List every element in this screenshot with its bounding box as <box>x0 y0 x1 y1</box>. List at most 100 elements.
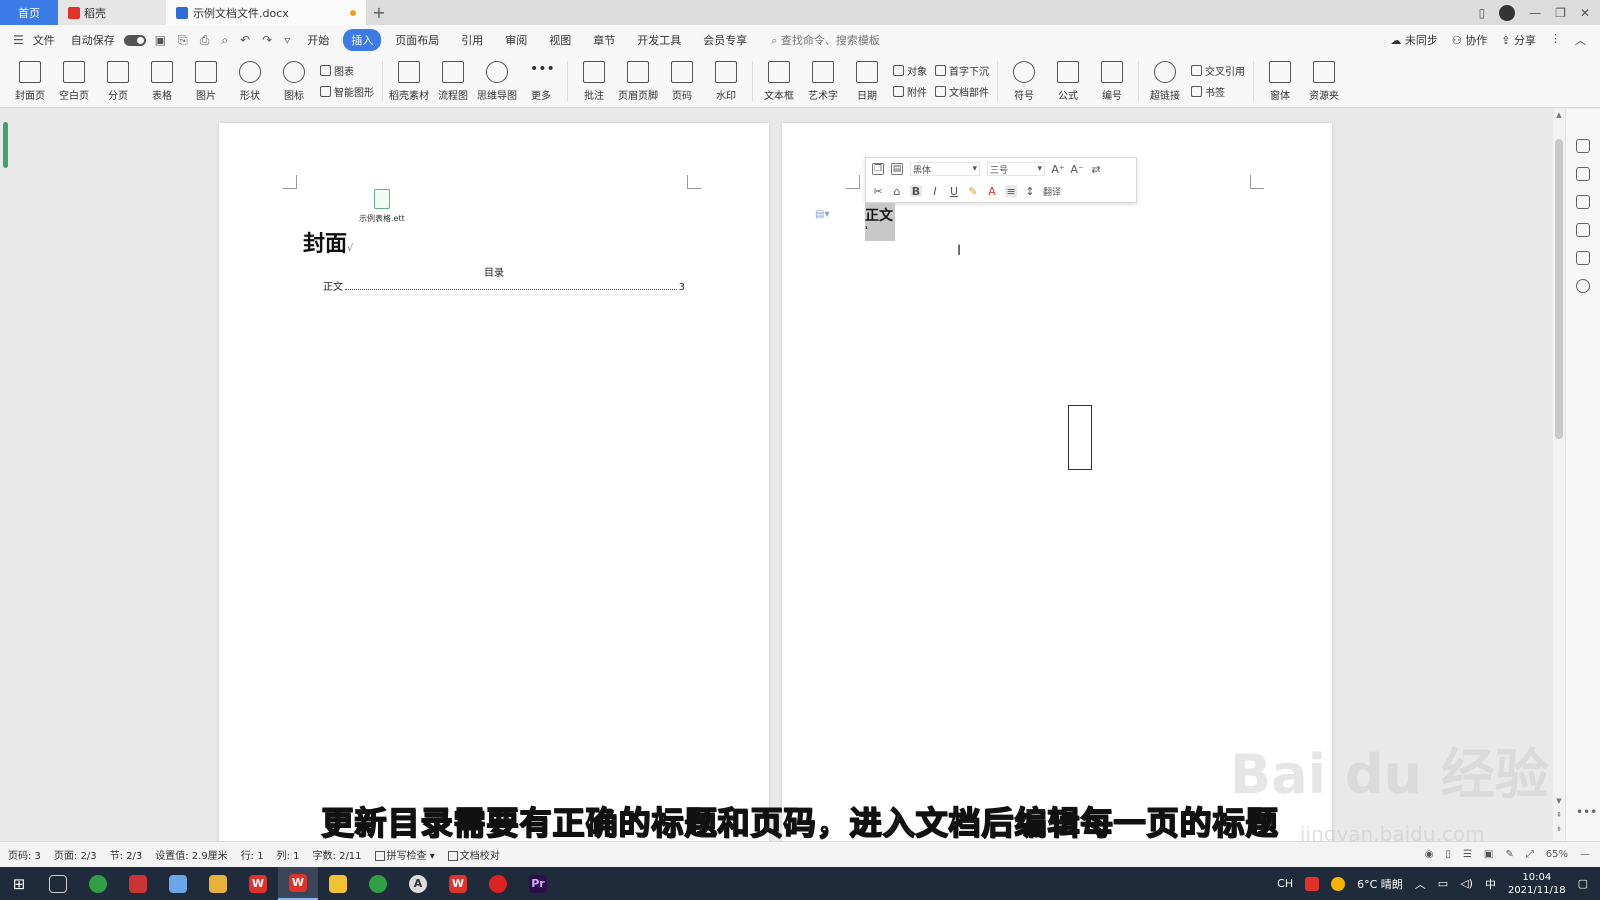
status-setting-value[interactable]: 设置值: 2.9厘米 <box>155 847 227 862</box>
collab-button[interactable]: ⚇ 协作 <box>1452 32 1487 48</box>
status-section[interactable]: 节: 2/3 <box>110 847 143 862</box>
tab-document[interactable]: 示例文档文件.docx <box>166 0 366 25</box>
language-indicator[interactable]: 中 <box>1485 876 1496 892</box>
taskbar-chrome-2[interactable] <box>358 867 398 900</box>
line-spacing-icon[interactable]: ↕ <box>1024 185 1036 198</box>
grow-font-icon[interactable]: A⁺ <box>1051 163 1064 176</box>
clock[interactable]: 10:04 2021/11/18 <box>1508 871 1566 897</box>
settings-sliders-icon[interactable] <box>1576 223 1590 237</box>
tray-expand-icon[interactable]: ︿ <box>1415 876 1426 892</box>
taskbar-wps-active[interactable]: W <box>278 867 318 900</box>
table-button[interactable]: 表格 <box>140 58 184 104</box>
zoom-level[interactable]: 65% <box>1546 849 1568 860</box>
menu-member[interactable]: 会员专享 <box>695 29 755 51</box>
menu-references[interactable]: 引用 <box>453 29 491 51</box>
convert-case-icon[interactable]: ⇄ <box>1090 163 1102 176</box>
taskbar-netease[interactable] <box>478 867 518 900</box>
icons-button[interactable]: 图标 <box>272 58 316 104</box>
write-mode-icon[interactable]: ✎ <box>1505 849 1513 860</box>
menu-start[interactable]: 开始 <box>299 29 337 51</box>
rectangle-shape[interactable] <box>1068 405 1092 470</box>
web-view-icon[interactable]: ▣ <box>1484 849 1493 860</box>
taskbar-premiere[interactable]: Pr <box>518 867 558 900</box>
toc-entry[interactable]: 正文 3 <box>323 278 685 293</box>
shrink-font-icon[interactable]: A⁻ <box>1070 163 1083 176</box>
comment-button[interactable]: 批注 <box>572 58 616 104</box>
new-tab-button[interactable]: + <box>366 0 392 25</box>
task-view-icon[interactable] <box>38 867 78 900</box>
translate-button[interactable]: 翻译 <box>1043 185 1061 198</box>
weather-text[interactable]: 6°C 晴朗 <box>1357 876 1403 892</box>
menu-insert[interactable]: 插入 <box>343 29 382 51</box>
taskbar-chrome[interactable] <box>78 867 118 900</box>
weather-sun-icon[interactable] <box>1331 876 1346 891</box>
mindmap-button[interactable]: 思维导图 <box>475 58 519 104</box>
embedded-file[interactable]: 示例表格.ett <box>359 189 405 224</box>
taskbar-wps-2[interactable]: W <box>438 867 478 900</box>
export-icon[interactable]: ⎘ <box>175 33 191 48</box>
avatar[interactable] <box>1499 4 1516 21</box>
page-number-button[interactable]: 页码 <box>660 58 704 104</box>
doc-parts-button[interactable]: 文档部件 <box>935 84 989 99</box>
cross-ref-button[interactable]: 交叉引用 <box>1191 63 1245 78</box>
restore-icon[interactable]: ❐ <box>1555 6 1566 20</box>
blank-page-button[interactable]: 空白页 <box>52 58 96 104</box>
preview-icon[interactable]: ⌕ <box>218 33 231 48</box>
layout-icon[interactable]: ▯ <box>1479 6 1486 20</box>
symbol-button[interactable]: 符号 <box>1002 58 1046 104</box>
paragraph-layout-icon[interactable]: ▤▾ <box>815 209 829 220</box>
taskbar-explorer[interactable] <box>198 867 238 900</box>
input-method-indicator[interactable]: CH <box>1277 877 1293 890</box>
taskbar-app-2[interactable] <box>118 867 158 900</box>
file-menu[interactable]: 文件 <box>33 32 55 48</box>
date-button[interactable]: 日期 <box>845 58 889 104</box>
help-icon[interactable] <box>1576 279 1590 293</box>
toc-title[interactable]: 目录 <box>219 264 769 279</box>
formula-button[interactable]: 公式 <box>1046 58 1090 104</box>
dropcap-button[interactable]: 首字下沉 <box>935 63 989 78</box>
status-word-count[interactable]: 字数: 2/11 <box>313 847 362 862</box>
page-view-icon[interactable]: ▯ <box>1445 849 1451 860</box>
bookmark-button[interactable]: 书签 <box>1191 84 1245 99</box>
cut-icon[interactable]: ✂ <box>872 185 884 198</box>
minimize-icon[interactable]: — <box>1529 6 1541 20</box>
daoke-material-button[interactable]: 稻壳素材 <box>387 58 431 104</box>
page-cover[interactable]: 示例表格.ett 封面√ 目录 正文 3 <box>219 123 769 841</box>
cover-page-button[interactable]: 封面页 <box>8 58 52 104</box>
select-cursor-icon[interactable] <box>1576 195 1590 209</box>
more-icon[interactable]: ⋮ <box>1550 32 1561 48</box>
redo-icon[interactable]: ↷ <box>259 33 275 47</box>
picture-button[interactable]: 图片 <box>184 58 228 104</box>
hamburger-icon[interactable]: ☰ <box>10 33 27 47</box>
align-icon[interactable]: ≡ <box>1005 185 1017 198</box>
outline-view-icon[interactable]: ☰ <box>1463 849 1472 860</box>
format-painter-icon[interactable]: ⌂ <box>891 185 903 198</box>
style-icon[interactable] <box>1576 139 1590 153</box>
menu-chapter[interactable]: 章节 <box>585 29 623 51</box>
object-button[interactable]: 对象 <box>893 63 927 78</box>
tab-home[interactable]: 首页 <box>0 0 58 25</box>
collapse-ribbon-icon[interactable]: ︿ <box>1575 32 1586 48</box>
attachment-button[interactable]: 附件 <box>893 84 927 99</box>
menu-page-layout[interactable]: 页面布局 <box>387 29 447 51</box>
smart-graphic-button[interactable]: 智能图形 <box>320 84 374 99</box>
more-button[interactable]: ••• 更多 <box>519 58 563 104</box>
save-icon[interactable]: ▣ <box>152 33 169 47</box>
customize-icon[interactable]: ▿ <box>281 33 293 47</box>
cover-title[interactable]: 封面√ <box>303 226 353 258</box>
vertical-scrollbar[interactable]: ▲ ▼ ⇞ ⇟ <box>1553 109 1565 841</box>
sync-button[interactable]: ☁ 未同步 <box>1390 32 1438 48</box>
tab-daoke[interactable]: 稻壳 <box>58 0 166 25</box>
menu-review[interactable]: 审阅 <box>497 29 535 51</box>
taskbar-wps-1[interactable]: W <box>238 867 278 900</box>
share-button[interactable]: ⇪ 分享 <box>1501 32 1536 48</box>
volume-icon[interactable]: ◁) <box>1460 877 1473 890</box>
flowchart-button[interactable]: 流程图 <box>431 58 475 104</box>
zoom-out-icon[interactable]: — <box>1580 849 1590 860</box>
scroll-up-icon[interactable]: ▲ <box>1553 111 1565 119</box>
menu-dev-tools[interactable]: 开发工具 <box>629 29 689 51</box>
shape-button[interactable]: 形状 <box>228 58 272 104</box>
taskbar-app-3[interactable] <box>158 867 198 900</box>
italic-icon[interactable]: I <box>929 185 941 198</box>
pen-icon[interactable] <box>1576 167 1590 181</box>
